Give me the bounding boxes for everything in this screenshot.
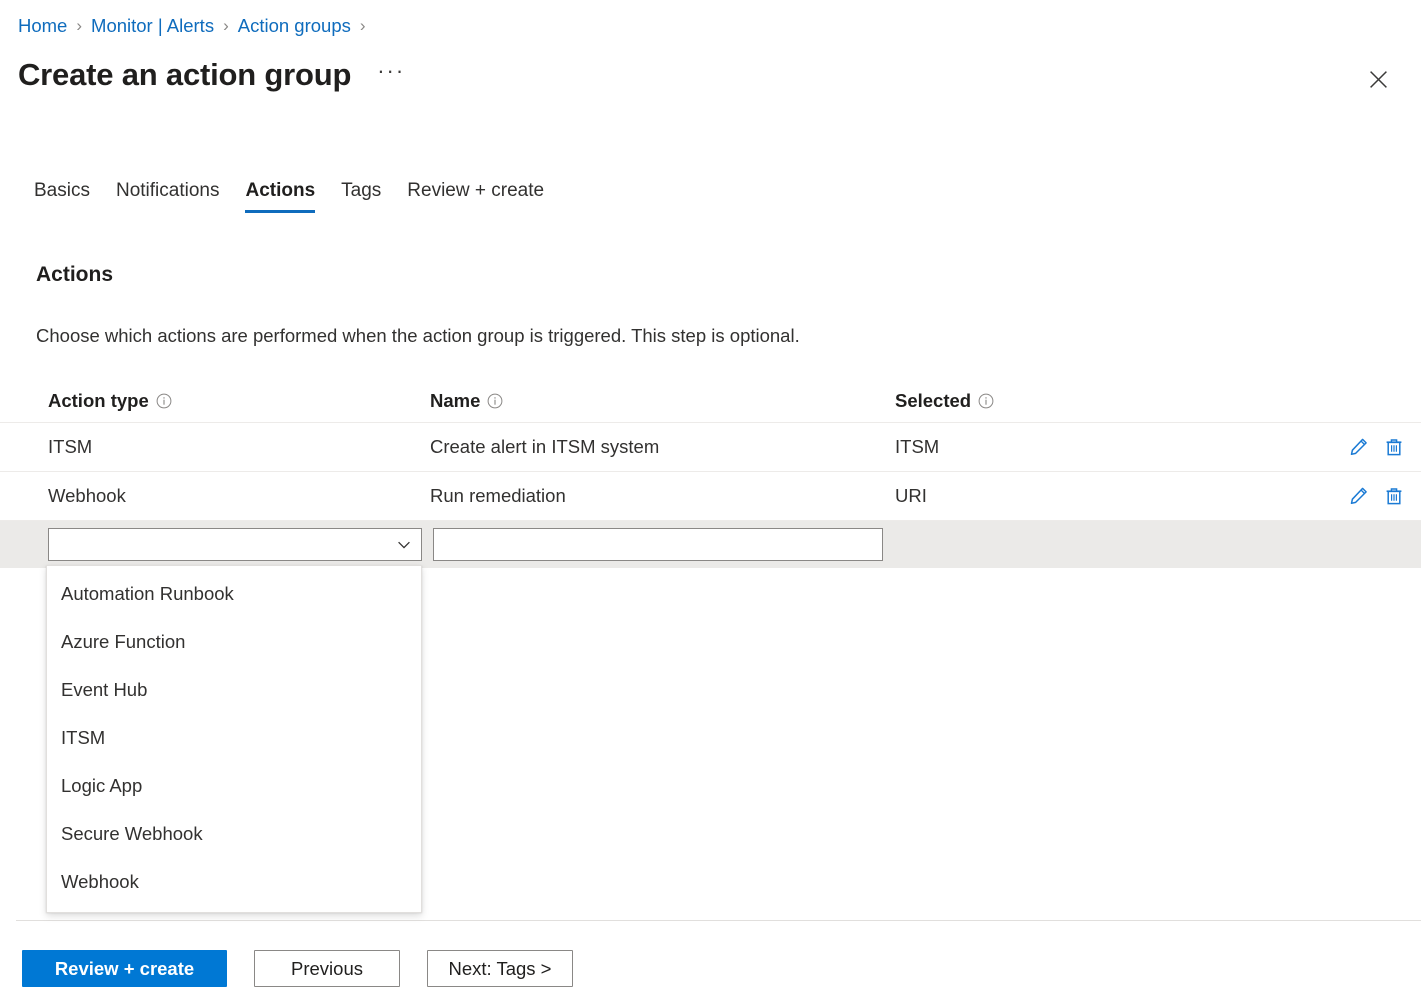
- close-icon[interactable]: [1361, 62, 1395, 96]
- dropdown-option-itsm[interactable]: ITSM: [47, 714, 421, 762]
- actions-table: Action type Name Selected: [0, 380, 1421, 568]
- table-row[interactable]: Webhook Run remediation URI: [0, 472, 1421, 521]
- next-tags-button[interactable]: Next: Tags >: [427, 950, 573, 987]
- pencil-icon[interactable]: [1348, 485, 1370, 507]
- tab-actions[interactable]: Actions: [232, 178, 328, 217]
- column-label: Name: [430, 390, 480, 412]
- cell-name: Create alert in ITSM system: [430, 435, 895, 459]
- tab-label: Basics: [34, 180, 90, 201]
- dropdown-option-azure-function[interactable]: Azure Function: [47, 618, 421, 666]
- breadcrumb-item-home[interactable]: Home: [18, 13, 67, 39]
- breadcrumb-separator-icon: ›: [223, 13, 229, 39]
- tab-basics[interactable]: Basics: [34, 178, 103, 217]
- new-action-row: [0, 521, 1421, 568]
- pencil-icon[interactable]: [1348, 436, 1370, 458]
- wizard-tabs: Basics Notifications Actions Tags Review…: [34, 178, 557, 217]
- info-icon[interactable]: [156, 393, 172, 409]
- column-label: Action type: [48, 390, 149, 412]
- dropdown-option-webhook[interactable]: Webhook: [47, 858, 421, 906]
- breadcrumb: Home › Monitor | Alerts › Action groups …: [18, 13, 375, 39]
- title-row: Create an action group ···: [18, 54, 405, 96]
- action-name-input[interactable]: [433, 528, 883, 561]
- tab-tags[interactable]: Tags: [328, 178, 394, 217]
- chevron-down-icon[interactable]: [395, 536, 413, 554]
- action-type-select[interactable]: [48, 528, 422, 561]
- previous-button[interactable]: Previous: [254, 950, 400, 987]
- tab-label: Review + create: [407, 180, 544, 201]
- dropdown-option-secure-webhook[interactable]: Secure Webhook: [47, 810, 421, 858]
- row-actions: [1331, 485, 1405, 507]
- section-title: Actions: [36, 261, 113, 289]
- breadcrumb-separator-icon: ›: [76, 13, 82, 39]
- info-icon[interactable]: [487, 393, 503, 409]
- column-label: Selected: [895, 390, 971, 412]
- cell-action-type: ITSM: [48, 435, 430, 459]
- breadcrumb-item-action-groups[interactable]: Action groups: [238, 13, 351, 39]
- page-title: Create an action group: [18, 54, 351, 96]
- table-row[interactable]: ITSM Create alert in ITSM system ITSM: [0, 423, 1421, 472]
- review-create-button[interactable]: Review + create: [22, 950, 227, 987]
- tab-label: Notifications: [116, 180, 220, 201]
- column-header-selected: Selected: [895, 390, 1331, 412]
- table-header-row: Action type Name Selected: [0, 380, 1421, 423]
- tab-notifications[interactable]: Notifications: [103, 178, 233, 217]
- column-header-action-type: Action type: [48, 390, 430, 412]
- tab-label: Tags: [341, 180, 381, 201]
- dropdown-option-automation-runbook[interactable]: Automation Runbook: [47, 570, 421, 618]
- column-header-name: Name: [430, 390, 895, 412]
- action-type-select-wrapper: [48, 528, 422, 561]
- dropdown-option-event-hub[interactable]: Event Hub: [47, 666, 421, 714]
- footer-divider: [16, 920, 1421, 921]
- trash-icon[interactable]: [1383, 485, 1405, 507]
- trash-icon[interactable]: [1383, 436, 1405, 458]
- footer-actions: Review + create Previous Next: Tags >: [22, 950, 573, 987]
- more-menu-icon[interactable]: ···: [377, 61, 405, 89]
- tab-review-create[interactable]: Review + create: [394, 178, 557, 217]
- cell-name: Run remediation: [430, 484, 895, 508]
- cell-action-type: Webhook: [48, 484, 430, 508]
- action-type-dropdown-list: Automation Runbook Azure Function Event …: [46, 565, 422, 913]
- tab-label: Actions: [245, 180, 315, 201]
- cell-selected: URI: [895, 484, 1331, 508]
- row-actions: [1331, 436, 1405, 458]
- dropdown-option-logic-app[interactable]: Logic App: [47, 762, 421, 810]
- cell-selected: ITSM: [895, 435, 1331, 459]
- info-icon[interactable]: [978, 393, 994, 409]
- breadcrumb-item-monitor-alerts[interactable]: Monitor | Alerts: [91, 13, 214, 39]
- section-description: Choose which actions are performed when …: [36, 323, 800, 349]
- breadcrumb-separator-icon: ›: [360, 13, 366, 39]
